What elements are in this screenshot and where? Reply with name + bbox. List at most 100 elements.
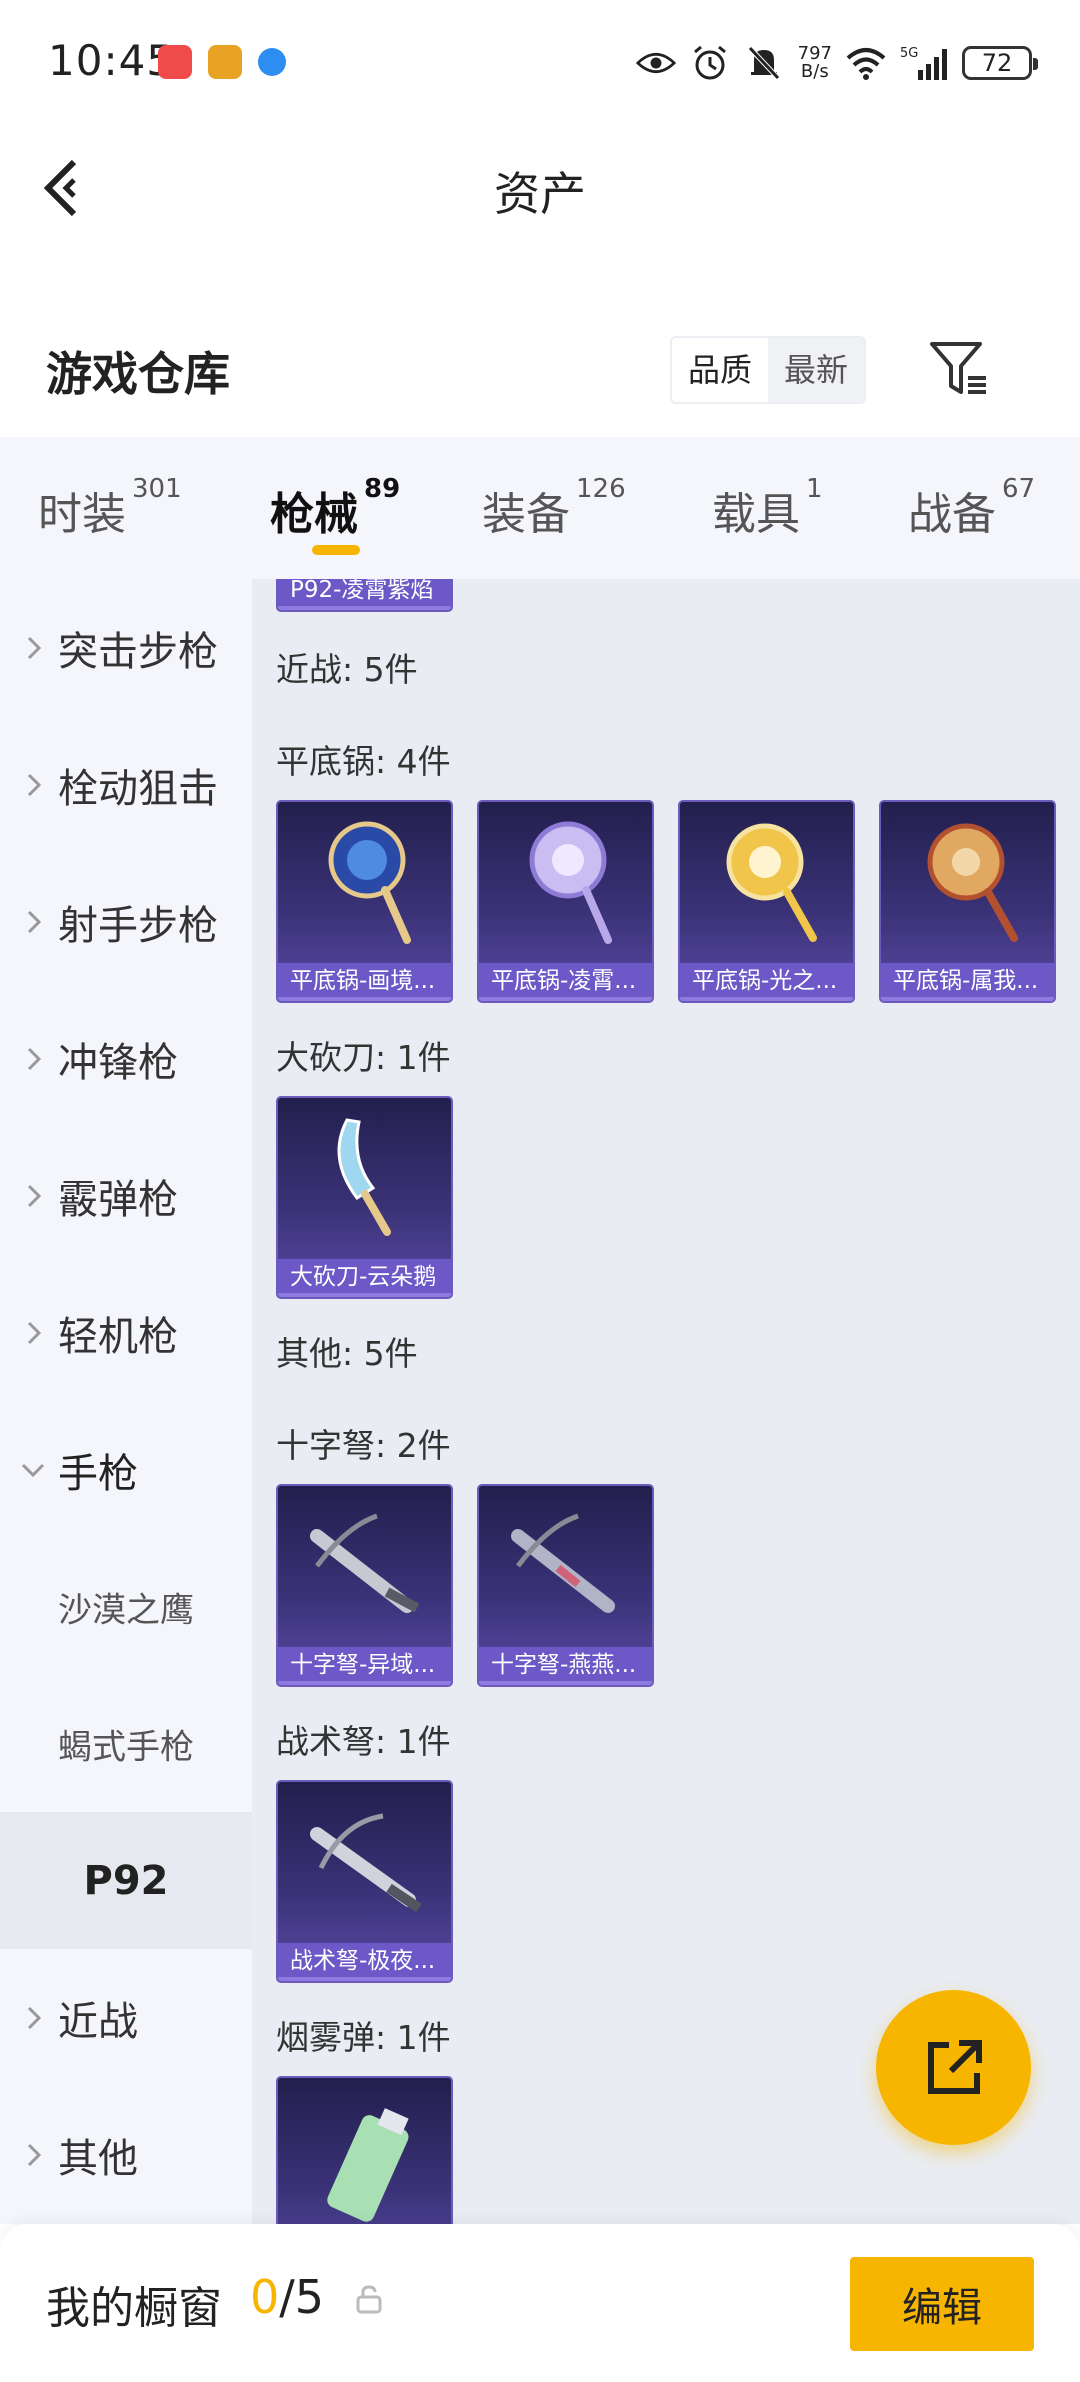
section-header-smoke: 烟雾弹: 1件 xyxy=(276,2018,451,2057)
section-header-tactical-crossbow: 战术弩: 1件 xyxy=(276,1722,451,1761)
sidebar-item-label: 近战 xyxy=(58,1998,138,2045)
item-name: 平底锅-凌霄... xyxy=(479,963,652,1001)
tab-firearms[interactable]: 枪械 89 xyxy=(270,474,400,542)
tab-count: 89 xyxy=(364,474,401,504)
sidebar-item-shotgun[interactable]: 霰弹枪 xyxy=(0,1127,252,1264)
pan-image xyxy=(881,802,1054,962)
sidebar-item-label: P92 xyxy=(83,1857,169,1904)
tab-vehicles[interactable]: 载具 1 xyxy=(712,474,823,542)
section-header-other: 其他: 5件 xyxy=(276,1334,418,1373)
chevron-right-icon xyxy=(27,1047,42,1070)
tab-count: 67 xyxy=(1002,474,1036,504)
tab-label: 载具 xyxy=(712,489,800,540)
section-header-pan: 平底锅: 4件 xyxy=(276,742,451,781)
item-tile-pan-2[interactable]: 平底锅-凌霄... xyxy=(477,800,654,1003)
sidebar-subitem-skorpion[interactable]: 蝎式手枪 xyxy=(0,1675,252,1812)
sidebar-subitem-p92[interactable]: P92 xyxy=(0,1812,252,1949)
tab-fashion[interactable]: 时装 301 xyxy=(38,474,182,542)
chevron-right-icon xyxy=(27,1184,42,1207)
signal-icon: 5G xyxy=(900,43,948,83)
chevron-down-icon xyxy=(21,1463,45,1477)
sidebar-item-smg[interactable]: 冲锋枪 xyxy=(0,990,252,1127)
tactical-crossbow-image xyxy=(278,1782,451,1942)
item-tile-crossbow-1[interactable]: 十字弩-异域... xyxy=(276,1484,453,1687)
sidebar-item-label: 霰弹枪 xyxy=(58,1176,178,1223)
sidebar-item-other[interactable]: 其他 xyxy=(0,2086,252,2223)
item-grid-panel: P92-凌霄紫焰 近战: 5件 平底锅: 4件 平底锅-画境... 平底锅-凌霄… xyxy=(252,579,1080,2224)
active-tab-indicator xyxy=(312,545,360,555)
item-tile-pan-4[interactable]: 平底锅-属我... xyxy=(879,800,1056,1003)
showcase-count-current: 0 xyxy=(250,2270,280,2324)
crossbow-image xyxy=(278,1486,451,1646)
chevron-right-icon xyxy=(27,1321,42,1344)
eye-icon xyxy=(635,43,676,83)
showcase-count: 0/5 xyxy=(250,2270,324,2324)
item-name: 平底锅-属我... xyxy=(881,963,1054,1001)
sort-quality-button[interactable]: 品质 xyxy=(672,338,769,402)
status-time: 10:45 xyxy=(48,36,175,85)
smoke-grenade-image xyxy=(278,2078,451,2224)
app-notification-icon-red xyxy=(158,45,192,79)
section-header-melee: 近战: 5件 xyxy=(276,650,418,689)
section-header-machete: 大砍刀: 1件 xyxy=(276,1038,451,1077)
mute-bell-icon xyxy=(744,43,784,83)
tab-label: 枪械 xyxy=(270,489,358,540)
sidebar-item-label: 其他 xyxy=(58,2135,138,2182)
wifi-icon xyxy=(846,43,886,83)
sidebar-item-label: 突击步枪 xyxy=(58,628,218,675)
sidebar-item-label: 冲锋枪 xyxy=(58,1039,178,1086)
showcase-count-total: /5 xyxy=(279,2270,325,2324)
external-link-icon xyxy=(927,2039,982,2094)
sidebar-item-pistol[interactable]: 手枪 xyxy=(0,1401,252,1538)
item-tile-p92[interactable]: P92-凌霄紫焰 xyxy=(276,579,453,612)
item-tile-pan-3[interactable]: 平底锅-光之... xyxy=(678,800,855,1003)
pan-image xyxy=(680,802,853,962)
warehouse-title: 游戏仓库 xyxy=(46,347,230,401)
status-icons: 797 B/s 5G 72 xyxy=(635,38,1038,88)
sort-latest-button[interactable]: 最新 xyxy=(768,338,864,402)
chevron-right-icon xyxy=(27,773,42,796)
sidebar-item-label: 轻机枪 xyxy=(58,1313,178,1360)
battery-indicator: 72 xyxy=(962,46,1038,80)
item-tile-tactical-crossbow[interactable]: 战术弩-极夜... xyxy=(276,1780,453,1983)
item-tile-machete[interactable]: 大砍刀-云朵鹅 xyxy=(276,1096,453,1299)
tab-label: 装备 xyxy=(482,489,570,540)
sidebar-item-label: 蝎式手枪 xyxy=(58,1727,194,1767)
sidebar-item-label: 手枪 xyxy=(58,1450,138,1497)
crossbow-image xyxy=(479,1486,652,1646)
sidebar-item-melee[interactable]: 近战 xyxy=(0,1949,252,2086)
alarm-icon xyxy=(690,43,730,83)
item-name: 十字弩-异域... xyxy=(278,1647,451,1685)
app-notification-icon-blue xyxy=(258,48,286,76)
filter-button[interactable] xyxy=(928,338,990,400)
item-name: P92-凌霄紫焰 xyxy=(278,579,451,610)
net-speed-unit: B/s xyxy=(800,61,829,82)
status-bar: 10:45 797 B/s 5G 72 xyxy=(0,0,1080,125)
chevron-right-icon xyxy=(27,2143,42,2166)
sort-toggle: 品质 最新 xyxy=(670,336,867,404)
sidebar-item-lmg[interactable]: 轻机枪 xyxy=(0,1264,252,1401)
network-speed: 797 B/s xyxy=(798,45,832,81)
chevron-right-icon xyxy=(27,636,42,659)
sidebar-subitem-desert-eagle[interactable]: 沙漠之鹰 xyxy=(0,1538,252,1675)
sidebar-item-assault-rifle[interactable]: 突击步枪 xyxy=(0,579,252,716)
app-notification-icon-gold xyxy=(208,45,242,79)
item-tile-pan-1[interactable]: 平底锅-画境... xyxy=(276,800,453,1003)
item-tile-smoke[interactable] xyxy=(276,2076,453,2224)
section-header-crossbow: 十字弩: 2件 xyxy=(276,1426,451,1465)
edit-button[interactable]: 编辑 xyxy=(850,2257,1034,2351)
tab-count: 1 xyxy=(806,474,823,504)
sidebar-item-label: 射手步枪 xyxy=(58,902,218,949)
showcase-bar: 我的橱窗 0/5 编辑 xyxy=(0,2224,1080,2382)
pan-image xyxy=(278,802,451,962)
item-tile-crossbow-2[interactable]: 十字弩-燕燕... xyxy=(477,1484,654,1687)
pan-image xyxy=(479,802,652,962)
tab-equipment[interactable]: 装备 126 xyxy=(482,474,626,542)
tab-label: 时装 xyxy=(38,489,126,540)
sidebar-item-bolt-sniper[interactable]: 栓动狙击 xyxy=(0,716,252,853)
share-fab[interactable] xyxy=(876,1990,1031,2145)
sidebar-item-marksman-rifle[interactable]: 射手步枪 xyxy=(0,853,252,990)
sidebar-item-label: 沙漠之鹰 xyxy=(58,1590,194,1630)
chevron-right-icon xyxy=(27,910,42,933)
tab-supplies[interactable]: 战备 67 xyxy=(908,474,1035,542)
